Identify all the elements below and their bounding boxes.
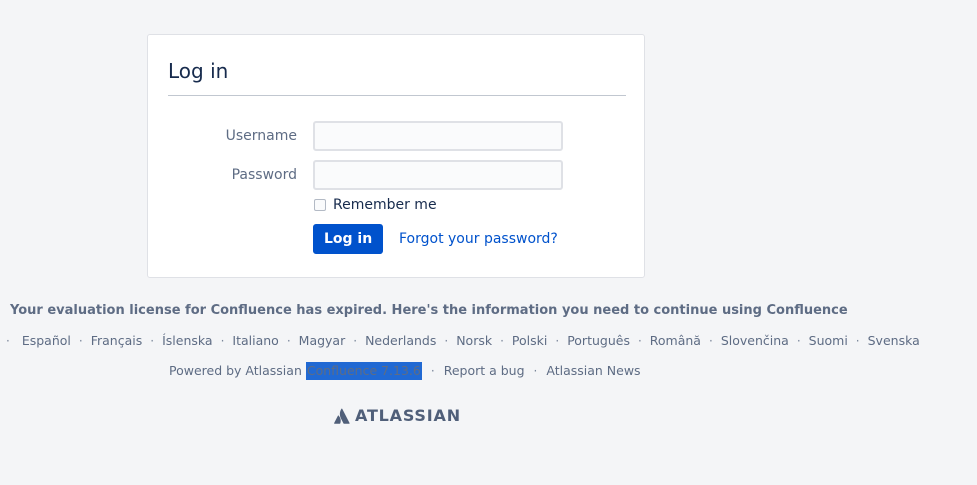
language-link[interactable]: Română xyxy=(650,332,701,350)
footer-separator: · xyxy=(533,364,538,378)
powered-by-text: Powered by Atlassian xyxy=(169,363,302,378)
report-bug-link[interactable]: Report a bug xyxy=(444,362,525,380)
username-input[interactable] xyxy=(313,121,563,151)
language-link[interactable]: Íslenska xyxy=(162,332,212,350)
language-link[interactable]: Norsk xyxy=(456,332,492,350)
language-separator: · xyxy=(286,334,291,348)
atlassian-logo[interactable]: ATLASSIAN xyxy=(334,406,461,426)
language-link[interactable]: Français xyxy=(91,332,143,350)
language-separator: · xyxy=(353,334,358,348)
language-separator: · xyxy=(220,334,225,348)
license-expired-notice: Your evaluation license for Confluence h… xyxy=(10,303,848,318)
login-title: Log in xyxy=(168,59,229,83)
language-selector: · Español · Français · Íslenska · Italiano · Magy… xyxy=(0,332,920,350)
language-separator: · xyxy=(555,334,560,348)
language-separator: · xyxy=(150,334,155,348)
language-link[interactable]: Português xyxy=(567,332,630,350)
language-link[interactable]: Slovenčina xyxy=(721,332,789,350)
language-separator: · xyxy=(444,334,449,348)
footer-links: Powered by Atlassian Confluence 7.13.6 ·… xyxy=(169,362,641,380)
language-link[interactable]: Magyar xyxy=(299,332,346,350)
atlassian-logo-icon xyxy=(334,408,350,424)
language-separator: · xyxy=(500,334,504,348)
language-separator: · xyxy=(6,334,10,348)
login-button[interactable]: Log in xyxy=(313,224,384,254)
forgot-password-link[interactable]: Forgot your password? xyxy=(399,229,558,249)
language-separator: · xyxy=(796,334,801,348)
language-link[interactable]: Suomi xyxy=(809,332,848,350)
language-separator: · xyxy=(855,334,860,348)
language-link[interactable]: Italiano xyxy=(232,332,278,350)
language-link[interactable]: Nederlands xyxy=(365,332,436,350)
password-input[interactable] xyxy=(313,160,563,190)
title-divider xyxy=(168,95,626,96)
username-label: Username xyxy=(225,128,297,144)
atlassian-news-link[interactable]: Atlassian News xyxy=(546,362,640,380)
atlassian-wordmark: ATLASSIAN xyxy=(355,406,461,425)
language-separator: · xyxy=(78,334,83,348)
language-separator: · xyxy=(637,334,642,348)
remember-me-row[interactable]: Remember me xyxy=(313,195,437,215)
remember-me-label[interactable]: Remember me xyxy=(333,195,437,215)
language-link[interactable]: Polski xyxy=(512,332,547,350)
product-version-link[interactable]: Confluence 7.13.6 xyxy=(305,362,422,380)
footer-separator: · xyxy=(430,364,435,378)
language-link[interactable]: Svenska xyxy=(868,332,920,350)
password-label: Password xyxy=(231,167,297,183)
language-separator: · xyxy=(708,334,713,348)
login-form-card: Log in Username Password Remember me Log… xyxy=(147,34,645,278)
remember-me-checkbox[interactable] xyxy=(314,199,326,211)
language-link[interactable]: Español xyxy=(22,332,71,350)
